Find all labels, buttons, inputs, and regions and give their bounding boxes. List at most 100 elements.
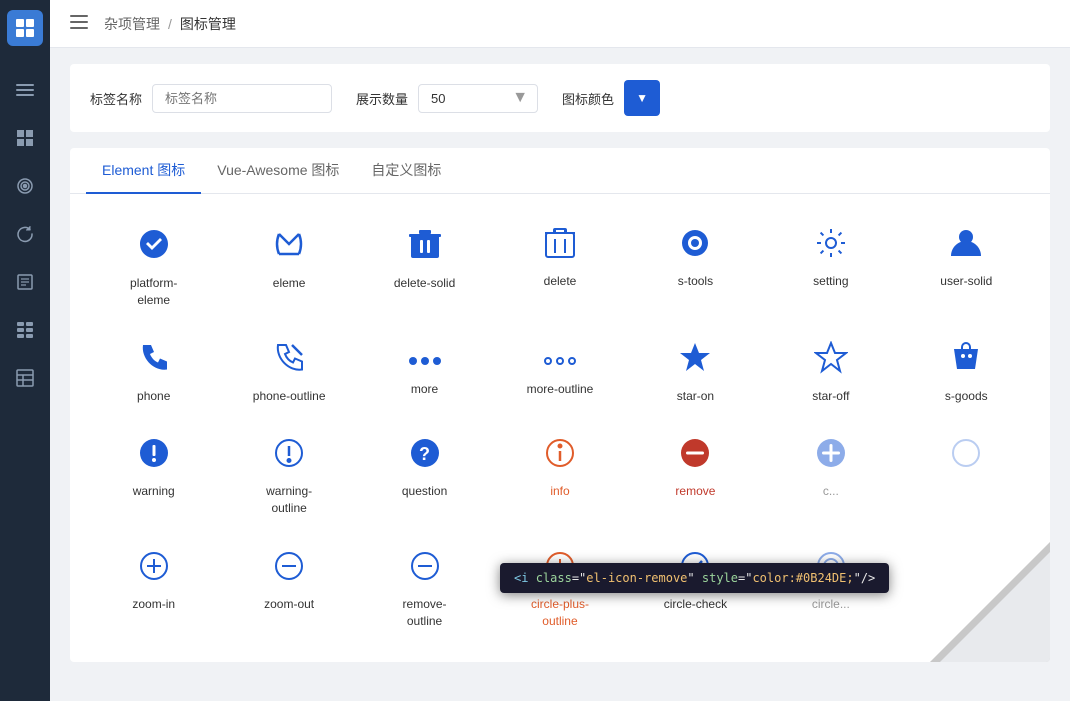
icon-question[interactable]: ? question: [357, 420, 492, 533]
filter-color-label: 图标颜色: [562, 89, 614, 108]
count-select-wrap: 50 100 200 ▼: [418, 84, 538, 113]
sidebar-icon-menu[interactable]: [5, 70, 45, 110]
tab-vue-awesome[interactable]: Vue-Awesome 图标: [201, 148, 355, 194]
icon-eleme[interactable]: eleme: [221, 210, 356, 325]
remove-outline-label: remove-outline: [403, 596, 447, 630]
icon-more-outline[interactable]: more-outline: [492, 325, 627, 421]
delete-label: delete: [544, 273, 577, 290]
remove-outline-icon: [408, 549, 442, 588]
header: 杂项管理 / 图标管理: [50, 0, 1070, 48]
delete-icon: [545, 226, 575, 265]
more-outline-icon: [543, 341, 577, 373]
partial-1-icon: [814, 436, 848, 475]
icon-partial-1[interactable]: c...: [763, 420, 898, 533]
icon-more[interactable]: more: [357, 325, 492, 421]
delete-solid-label: delete-solid: [394, 275, 455, 292]
sidebar-logo: [7, 10, 43, 46]
phone-outline-label: phone-outline: [253, 388, 326, 405]
sidebar-icon-grid[interactable]: [5, 118, 45, 158]
partial-3-label: circle...: [812, 596, 850, 613]
s-goods-icon: [950, 341, 982, 380]
warning-icon: [137, 436, 171, 475]
icon-partial-2[interactable]: [899, 420, 1034, 533]
circle-plus-outline-label: circle-plus-outline: [531, 596, 589, 630]
icon-zoom-out[interactable]: zoom-out: [221, 533, 356, 646]
warning-outline-icon: [272, 436, 306, 475]
icon-warning-outline[interactable]: warning-outline: [221, 420, 356, 533]
zoom-in-icon: [137, 549, 171, 588]
filter-count-label: 展示数量: [356, 89, 408, 108]
icon-s-tools[interactable]: s-tools: [628, 210, 763, 325]
icon-zoom-in[interactable]: zoom-in: [86, 533, 221, 646]
icon-delete[interactable]: delete: [492, 210, 627, 325]
tab-custom[interactable]: 自定义图标: [355, 148, 457, 194]
svg-text:?: ?: [419, 444, 430, 464]
zoom-out-label: zoom-out: [264, 596, 314, 613]
icon-info[interactable]: info: [492, 420, 627, 533]
icon-setting[interactable]: setting: [763, 210, 898, 325]
sidebar-icon-target[interactable]: [5, 166, 45, 206]
filter-count-item: 展示数量 50 100 200 ▼: [356, 84, 538, 113]
icon-phone-outline[interactable]: phone-outline: [221, 325, 356, 421]
search-input[interactable]: [152, 84, 332, 113]
icon-remove-outline[interactable]: remove-outline: [357, 533, 492, 646]
icon-partial-4[interactable]: [899, 533, 1034, 646]
circle-check-label: circle-check: [664, 596, 727, 613]
s-tools-icon: [678, 226, 712, 265]
icon-user-solid[interactable]: user-solid: [899, 210, 1034, 325]
partial-2-icon: [949, 436, 983, 475]
remove-icon: [678, 436, 712, 475]
more-outline-label: more-outline: [527, 381, 594, 398]
main-wrap: 杂项管理 / 图标管理 标签名称 展示数量 50 100 200 ▼: [50, 0, 1070, 701]
sidebar-icon-list[interactable]: [5, 310, 45, 350]
icon-remove[interactable]: remove: [628, 420, 763, 533]
icon-delete-solid[interactable]: delete-solid: [357, 210, 492, 325]
icon-s-goods[interactable]: s-goods: [899, 325, 1034, 421]
breadcrumb-current: 图标管理: [180, 14, 236, 34]
filter-name-item: 标签名称: [90, 84, 332, 113]
info-icon: [543, 436, 577, 475]
sidebar-icon-refresh[interactable]: [5, 214, 45, 254]
star-off-icon: [814, 341, 848, 380]
zoom-in-label: zoom-in: [132, 596, 175, 613]
filter-name-label: 标签名称: [90, 89, 142, 108]
eleme-label: eleme: [273, 275, 306, 292]
icon-star-off[interactable]: star-off: [763, 325, 898, 421]
breadcrumb: 杂项管理 / 图标管理: [104, 14, 236, 34]
tooltip-container: <i class="el-icon-remove" style="color:#…: [500, 563, 889, 593]
tab-element[interactable]: Element 图标: [86, 148, 201, 194]
sidebar-icon-table[interactable]: [5, 358, 45, 398]
phone-icon: [137, 341, 171, 380]
sidebar-icon-book[interactable]: [5, 262, 45, 302]
breadcrumb-parent: 杂项管理: [104, 14, 160, 34]
tooltip-box: <i class="el-icon-remove" style="color:#…: [500, 563, 889, 593]
question-label: question: [402, 483, 447, 500]
star-off-label: star-off: [812, 388, 849, 405]
star-on-label: star-on: [677, 388, 714, 405]
more-label: more: [411, 381, 438, 398]
s-goods-label: s-goods: [945, 388, 988, 405]
user-solid-label: user-solid: [940, 273, 992, 290]
remove-label: remove: [675, 483, 715, 500]
icon-phone[interactable]: phone: [86, 325, 221, 421]
count-select[interactable]: 50 100 200: [418, 84, 538, 113]
icon-platform-eleme[interactable]: platform-eleme: [86, 210, 221, 325]
platform-eleme-label: platform-eleme: [130, 275, 177, 309]
color-picker-button[interactable]: ▼: [624, 80, 660, 116]
breadcrumb-separator: /: [168, 16, 172, 32]
icon-star-on[interactable]: star-on: [628, 325, 763, 421]
setting-icon: [814, 226, 848, 265]
phone-label: phone: [137, 388, 170, 405]
filter-color-item: 图标颜色 ▼: [562, 80, 660, 116]
setting-label: setting: [813, 273, 848, 290]
icon-warning[interactable]: warning: [86, 420, 221, 533]
star-on-icon: [678, 341, 712, 380]
user-solid-icon: [949, 226, 983, 265]
phone-outline-icon: [272, 341, 306, 380]
icon-panel: Element 图标 Vue-Awesome 图标 自定义图标 platform…: [70, 148, 1050, 662]
question-icon: ?: [408, 436, 442, 475]
hamburger-icon[interactable]: [70, 13, 88, 34]
tabs: Element 图标 Vue-Awesome 图标 自定义图标: [70, 148, 1050, 194]
platform-eleme-icon: [136, 226, 172, 267]
info-label: info: [550, 483, 569, 500]
